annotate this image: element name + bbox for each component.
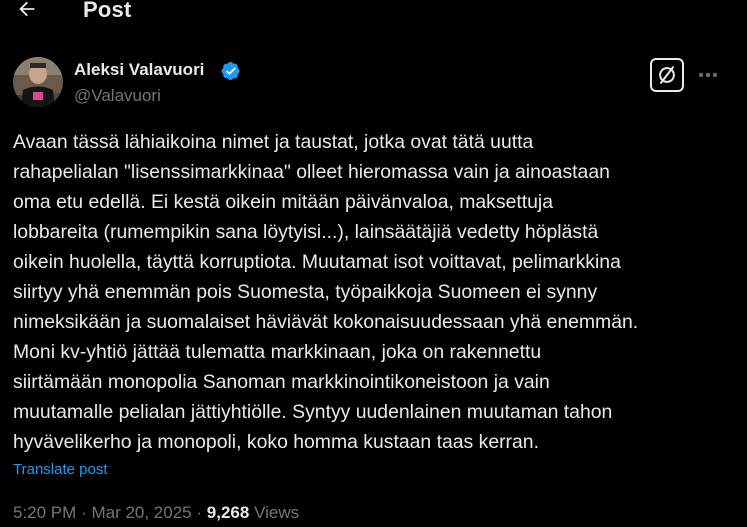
more-horizontal-icon (699, 73, 717, 77)
arrow-left-icon (19, 1, 35, 17)
post-body-text: Avaan tässä lähiaikoina nimet ja taustat… (13, 131, 639, 453)
verified-badge-icon (221, 62, 240, 80)
translate-post-link[interactable]: Translate post (13, 461, 108, 478)
post-metadata: 5:20 PM · Mar 20, 2025 · 9,268 Views (13, 503, 299, 523)
views-label: Views (254, 503, 300, 522)
post-time[interactable]: 5:20 PM (13, 503, 76, 522)
meta-separator: · (81, 503, 87, 522)
grok-icon (659, 66, 675, 84)
more-button[interactable] (694, 63, 722, 87)
views-count: 9,268 (206, 503, 250, 522)
top-header: Post (0, 0, 747, 26)
author-name[interactable]: Aleksi Valavuori (74, 60, 204, 80)
avatar[interactable] (13, 57, 63, 107)
page-title: Post (83, 0, 132, 22)
meta-separator: · (196, 503, 203, 522)
grok-button[interactable] (650, 58, 684, 92)
post-date[interactable]: Mar 20, 2025 (91, 503, 191, 522)
author-handle[interactable]: @Valavuori (74, 86, 161, 106)
back-button[interactable] (14, 0, 40, 22)
